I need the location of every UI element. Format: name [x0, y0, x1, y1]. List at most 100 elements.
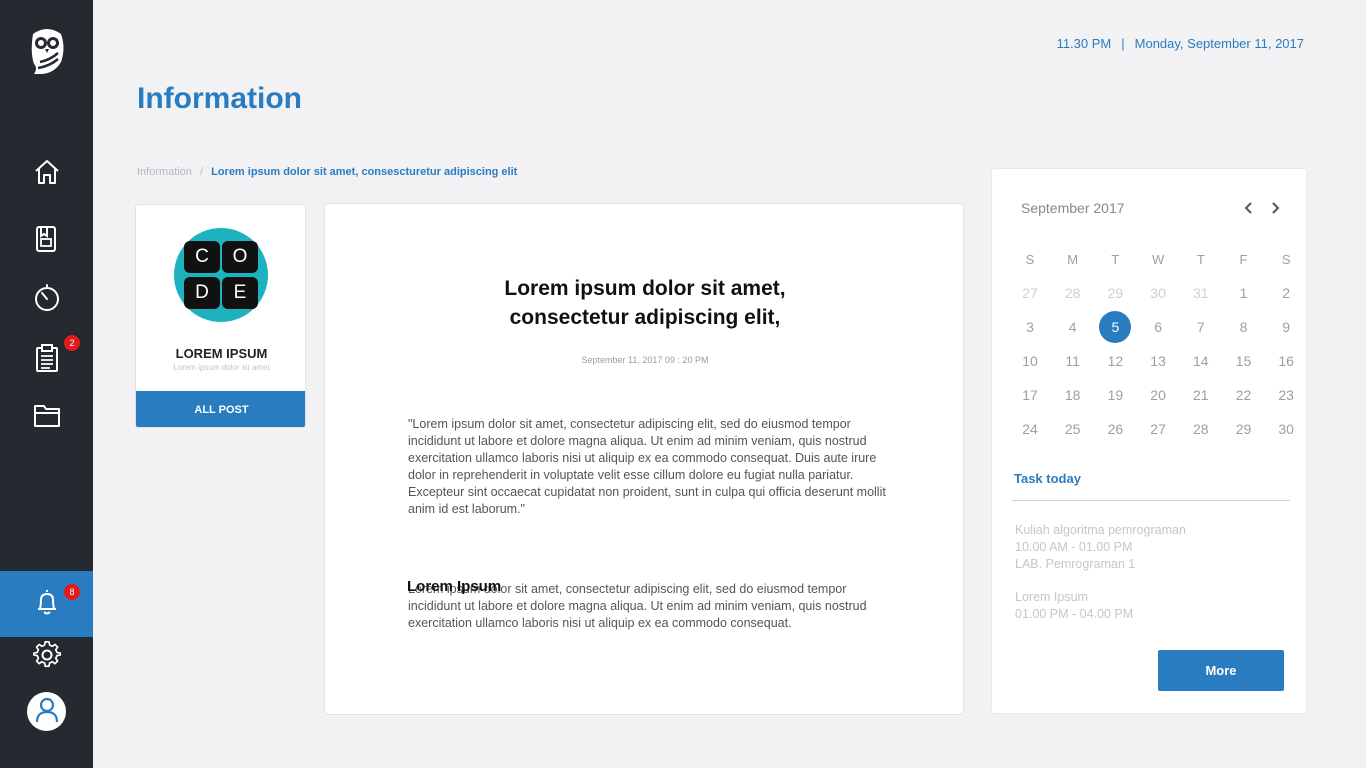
breadcrumb-root[interactable]: Information — [137, 166, 192, 178]
calendar-day[interactable]: 6 — [1137, 312, 1179, 342]
calendar-day[interactable]: 1 — [1223, 278, 1265, 308]
calendar-day[interactable]: 14 — [1180, 346, 1222, 376]
sidebar-item-folder[interactable] — [0, 387, 93, 447]
task-time: 10.00 AM - 01.00 PM — [1015, 540, 1133, 554]
calendar-weekday: T — [1196, 252, 1205, 267]
calendar-day[interactable]: 3 — [1009, 312, 1051, 342]
logo-letter: E — [222, 277, 258, 309]
calendar-day[interactable]: 7 — [1180, 312, 1222, 342]
calendar-day-label: 3 — [1026, 319, 1034, 335]
calendar-day[interactable]: 11 — [1052, 346, 1094, 376]
calendar-weekday: S — [1281, 252, 1291, 267]
calendar-day[interactable]: 17 — [1009, 380, 1051, 410]
task-name: Lorem Ipsum — [1015, 590, 1088, 604]
calendar-day-label: 22 — [1235, 387, 1252, 403]
calendar-day[interactable]: 30 — [1265, 414, 1307, 444]
calendar-day-label: 30 — [1278, 421, 1294, 437]
calendar-day-label: 15 — [1235, 353, 1252, 369]
breadcrumb: Information / Lorem ipsum dolor sit amet, … — [137, 166, 517, 178]
owl-logo-icon[interactable] — [28, 26, 66, 78]
calendar-day[interactable]: 27 — [1137, 414, 1179, 444]
calendar-day[interactable]: 8 — [1223, 312, 1265, 342]
calendar-day[interactable]: 5 — [1094, 311, 1136, 343]
task-place: LAB. Pemrograman 1 — [1015, 557, 1136, 571]
calendar-day[interactable]: 28 — [1052, 278, 1094, 308]
calendar-day-label: 20 — [1150, 387, 1166, 403]
more-button[interactable]: More — [1158, 650, 1284, 691]
breadcrumb-current: Lorem ipsum dolor sit amet, consescturet… — [211, 166, 518, 178]
calendar-day-label: 4 — [1068, 319, 1077, 335]
calendar-day[interactable]: 31 — [1180, 278, 1222, 308]
calendar-day[interactable]: 9 — [1265, 312, 1307, 342]
profile-card: C O D E LOREM IPSUM Lorem ipsum dolor si… — [135, 204, 306, 428]
timer-icon — [32, 283, 62, 317]
clipboard-icon — [32, 343, 62, 377]
calendar-day[interactable]: 12 — [1094, 346, 1136, 376]
calendar-day-label: 28 — [1064, 285, 1081, 301]
avatar[interactable] — [27, 692, 66, 731]
calendar-day[interactable]: 30 — [1137, 278, 1179, 308]
calendar-day-label: 2 — [1282, 285, 1291, 301]
gear-icon — [32, 640, 62, 674]
calendar-day-label: 13 — [1150, 353, 1166, 369]
calendar-day[interactable]: 21 — [1180, 380, 1222, 410]
page-title: Information — [137, 82, 302, 115]
calendar-day[interactable]: 10 — [1009, 346, 1051, 376]
current-time: 11.30 PM — [1056, 36, 1112, 51]
calendar-day[interactable]: 23 — [1265, 380, 1307, 410]
calendar-day[interactable]: 29 — [1223, 414, 1265, 444]
calendar-day[interactable]: 25 — [1052, 414, 1094, 444]
calendar-day[interactable]: 4 — [1052, 312, 1094, 342]
chevron-right-icon[interactable] — [1266, 199, 1284, 217]
calendar-day[interactable]: 13 — [1137, 346, 1179, 376]
calendar-day[interactable]: 27 — [1009, 278, 1051, 308]
calendar-day-label: 30 — [1150, 285, 1166, 301]
calendar-day-label: 23 — [1278, 387, 1294, 403]
calendar-month-label: September 2017 — [1021, 200, 1125, 216]
calendar-day[interactable]: 24 — [1009, 414, 1051, 444]
calendar-day-label: 26 — [1107, 421, 1124, 437]
task-item[interactable]: Kuliah algoritma pemrograman 10.00 AM - … — [1015, 522, 1186, 573]
folder-icon — [32, 400, 62, 434]
code-logo: C O D E — [174, 228, 268, 322]
all-post-button[interactable]: ALL POST — [136, 391, 305, 427]
sidebar-item-timer[interactable] — [0, 270, 93, 330]
calendar-weekday: M — [1067, 252, 1079, 267]
calendar-day-label: 12 — [1107, 353, 1124, 369]
calendar-weekday: W — [1151, 252, 1165, 267]
sidebar-item-home[interactable] — [0, 144, 93, 204]
calendar-day-label: 18 — [1064, 387, 1081, 403]
calendar-day[interactable]: 29 — [1094, 278, 1136, 308]
calendar-day-label: 25 — [1064, 421, 1081, 437]
task-today-title: Task today — [1014, 471, 1081, 486]
calendar-day[interactable]: 18 — [1052, 380, 1094, 410]
sidebar-item-settings[interactable] — [0, 627, 93, 687]
calendar-day[interactable]: 16 — [1265, 346, 1307, 376]
article-section-heading: Lorem Ipsum — [407, 578, 502, 595]
calendar-day-label: 21 — [1193, 387, 1209, 403]
chevron-left-icon[interactable] — [1240, 199, 1258, 217]
home-icon — [32, 157, 62, 191]
calendar-day[interactable]: 2 — [1265, 278, 1307, 308]
user-icon — [32, 695, 62, 729]
sidebar-item-book[interactable] — [0, 211, 93, 271]
calendar-day-label: 24 — [1022, 421, 1038, 437]
notification-badge: 2 — [64, 335, 80, 351]
calendar-day-label: 11 — [1065, 353, 1080, 369]
calendar-day[interactable]: 22 — [1223, 380, 1265, 410]
task-name: Kuliah algoritma pemrograman — [1015, 523, 1186, 537]
calendar-day[interactable]: 20 — [1137, 380, 1179, 410]
calendar-day[interactable]: 26 — [1094, 414, 1136, 444]
task-item[interactable]: Lorem Ipsum 01.00 PM - 04.00 PM — [1015, 589, 1133, 623]
calendar-day[interactable]: 28 — [1180, 414, 1222, 444]
article-card: Lorem ipsum dolor sit amet, consectetur … — [324, 203, 964, 715]
calendar-day-label: 27 — [1150, 421, 1166, 437]
divider — [1012, 500, 1290, 501]
calendar-day[interactable]: 19 — [1094, 380, 1136, 410]
calendar-day-label: 10 — [1022, 353, 1038, 369]
book-icon — [32, 224, 62, 258]
calendar-day-label: 17 — [1022, 387, 1038, 403]
sidebar: 2 8 — [0, 0, 93, 768]
calendar-day[interactable]: 15 — [1223, 346, 1265, 376]
logo-letter: C — [184, 241, 220, 273]
